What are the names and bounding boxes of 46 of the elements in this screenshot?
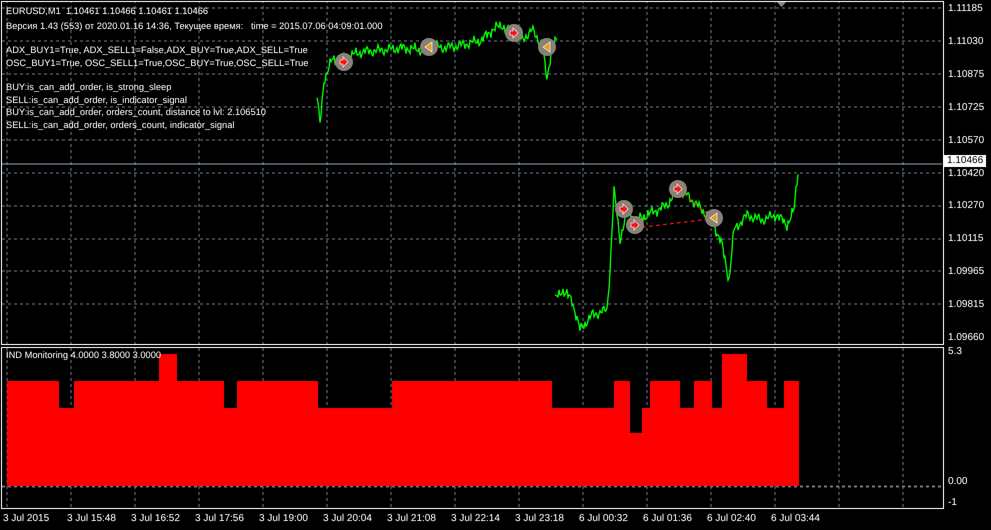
price-label: 1.10420 bbox=[948, 168, 984, 180]
indicator-value-label: 5.3 bbox=[948, 346, 962, 358]
arrow-marker-icon bbox=[335, 53, 353, 71]
price-label: 1.10875 bbox=[948, 68, 984, 81]
time-label: 6 Jul 00:32 bbox=[579, 512, 629, 526]
arrow-marker-icon bbox=[420, 38, 438, 56]
arrow-marker-icon bbox=[626, 216, 644, 234]
time-label: 6 Jul 02:40 bbox=[707, 512, 757, 526]
price-label: 1.10270 bbox=[948, 200, 984, 212]
price-label: 1.11030 bbox=[948, 36, 984, 48]
time-label: 3 Jul 23:18 bbox=[515, 512, 565, 526]
current-price-label: 1.10466 bbox=[944, 155, 986, 167]
indicator-value-label: 0.00 bbox=[948, 476, 968, 488]
arrow-marker-icon bbox=[705, 209, 723, 227]
time-label: 3 Jul 20:04 bbox=[323, 512, 373, 526]
price-label: 1.10115 bbox=[948, 233, 984, 246]
price-label: 1.10725 bbox=[948, 102, 984, 114]
scroll-marker-icon[interactable] bbox=[777, 2, 786, 7]
time-label: 3 Jul 2015 bbox=[3, 512, 50, 526]
indicator-title: IND Monitoring 4.0000 3.8000 3.0000 bbox=[6, 349, 162, 362]
time-label: 3 Jul 15:48 bbox=[67, 512, 117, 526]
signal-flags: OSC_BUY1=True, OSC_SELL1=True,OSC_BUY=True,OSC_SELL=True bbox=[6, 56, 308, 69]
price-label: 1.09815 bbox=[948, 299, 984, 312]
signal-flags: ADX_BUY1=True, ADX_SELL1=False,ADX_BUY=True,ADX_SELL=True bbox=[6, 44, 308, 56]
time-label: 3 Jul 21:08 bbox=[387, 512, 437, 526]
price-label: 1.10570 bbox=[948, 134, 984, 147]
price-label: 1.09965 bbox=[948, 266, 984, 278]
price-label: 1.11185 bbox=[948, 3, 983, 15]
time-label: 3 Jul 17:56 bbox=[195, 512, 245, 526]
arrow-marker-icon bbox=[538, 38, 556, 56]
status-message: SELL:is_can_add_order, orders_count, indicator_signal bbox=[6, 118, 234, 131]
arrow-marker-icon bbox=[669, 180, 687, 198]
time-label: 6 Jul 03:44 bbox=[771, 512, 821, 526]
version-text: Версия 1.43 (553) от 2020.01.16 14:36, Текущее время: time = 2015.07.06 04:09:01.000 bbox=[6, 20, 383, 32]
status-message: SELL:is_can_add_order, is_indicator_signal bbox=[6, 94, 187, 106]
time-label: 6 Jul 01:36 bbox=[643, 512, 693, 526]
time-label: 3 Jul 16:52 bbox=[131, 512, 181, 526]
status-message: BUY:is_can_add_order, orders_count, distance to lvl: 2.106510 bbox=[6, 106, 266, 118]
arrow-marker-icon bbox=[505, 24, 523, 42]
time-label: 3 Jul 22:14 bbox=[451, 512, 501, 526]
time-label: 3 Jul 19:00 bbox=[259, 512, 309, 526]
indicator-value-label: -1 bbox=[948, 497, 957, 509]
status-message: BUY:is_can_add_order, is_strong_sleep bbox=[6, 81, 172, 94]
chart-header: EURUSD,M1 1.10461 1.10466 1.10461 1.10466 bbox=[6, 5, 208, 18]
price-label: 1.09660 bbox=[948, 332, 984, 344]
arrow-marker-icon bbox=[615, 200, 633, 218]
